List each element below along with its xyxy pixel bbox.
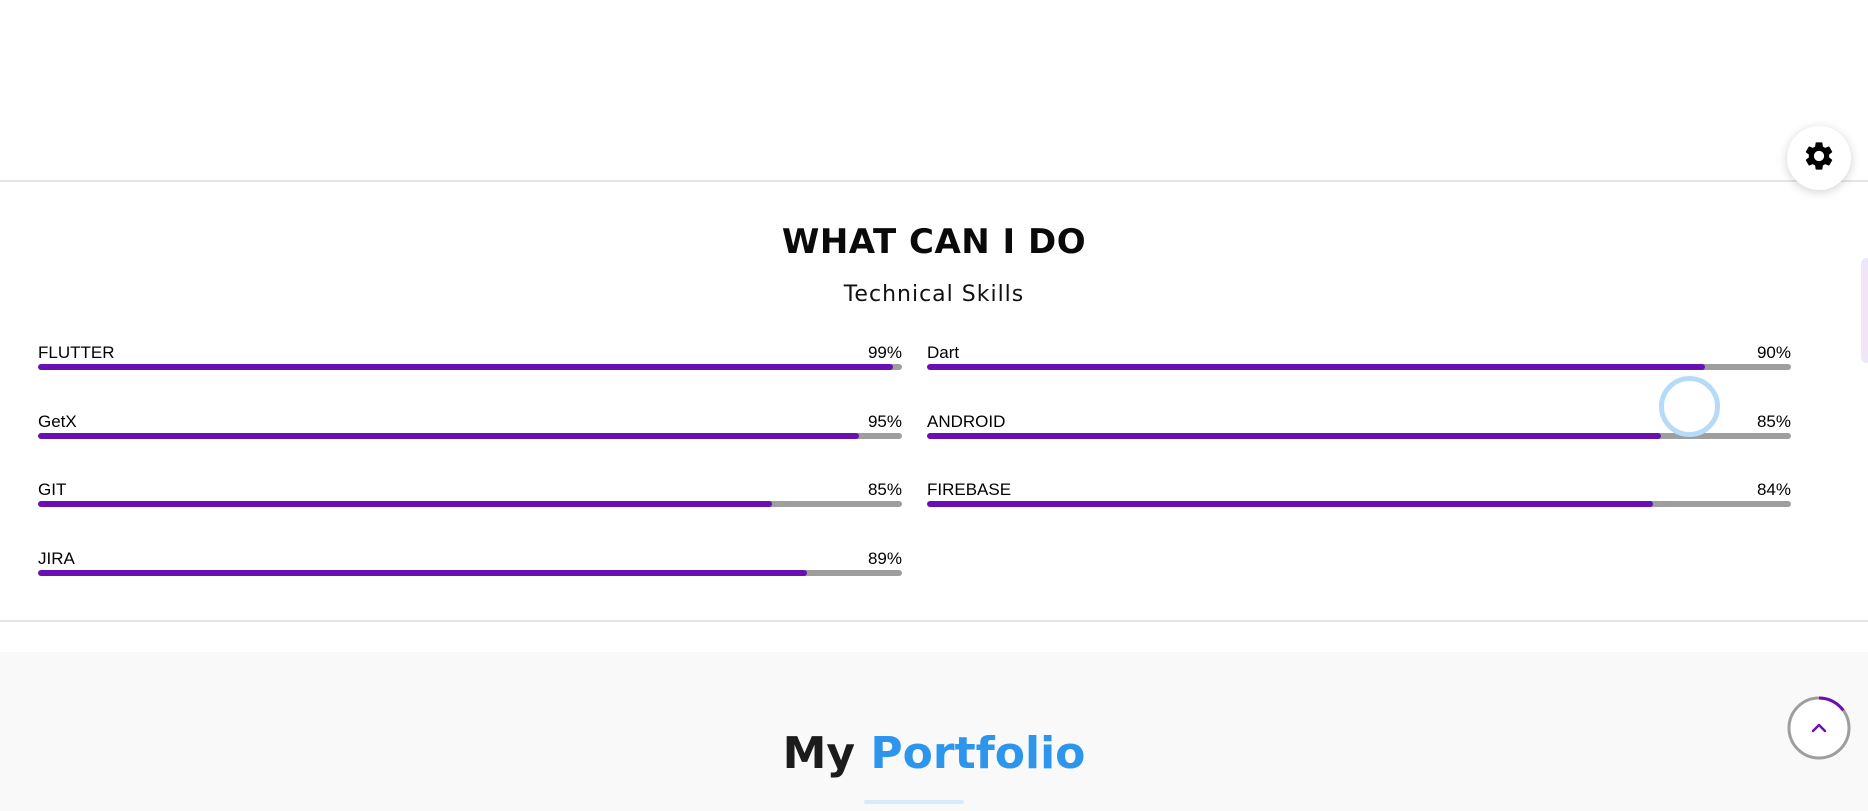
- gear-icon: [1802, 139, 1836, 178]
- progress-track: [927, 364, 1791, 370]
- skill-name: JIRA: [38, 549, 75, 568]
- progress-fill: [38, 364, 894, 370]
- skill-percent: 95%: [867, 412, 902, 431]
- progress-track: [38, 501, 902, 507]
- skill-git: GIT 85%: [38, 480, 902, 522]
- section-divider: [0, 620, 1868, 622]
- settings-button[interactable]: [1787, 126, 1851, 190]
- page: WHAT CAN I DO Technical Skills FLUTTER 9…: [0, 0, 1868, 811]
- skill-percent: 90%: [1756, 343, 1791, 362]
- skill-getx: GetX 95%: [38, 412, 902, 454]
- section-subtitle: Technical Skills: [843, 282, 1025, 307]
- skill-name: ANDROID: [927, 412, 1006, 431]
- skill-flutter: FLUTTER 99%: [38, 343, 902, 385]
- progress-fill: [38, 570, 807, 576]
- portfolio-title-part1: My: [782, 728, 856, 779]
- title-underline: [864, 800, 964, 804]
- progress-fill: [927, 364, 1705, 370]
- progress-fill: [38, 501, 773, 507]
- progress-fill: [927, 433, 1662, 439]
- progress-track: [38, 570, 902, 576]
- skill-percent: 99%: [867, 343, 902, 362]
- skill-name: FIREBASE: [927, 480, 1012, 499]
- skill-jira: JIRA 89%: [38, 549, 902, 591]
- top-blank-area: [0, 0, 1868, 180]
- skill-dart: Dart 90%: [927, 343, 1791, 385]
- skill-percent: 89%: [867, 549, 902, 568]
- portfolio-section: My Portfolio: [0, 652, 1868, 811]
- progress-fill: [927, 501, 1653, 507]
- progress-track: [38, 364, 902, 370]
- progress-track: [927, 501, 1791, 507]
- skill-name: FLUTTER: [38, 343, 115, 362]
- progress-track: [927, 433, 1791, 439]
- decorative-circle: [1659, 376, 1720, 437]
- skill-name: GetX: [38, 412, 77, 431]
- skill-percent: 85%: [867, 480, 902, 499]
- section-title: WHAT CAN I DO: [781, 222, 1087, 262]
- portfolio-title-part2: Portfolio: [870, 728, 1086, 779]
- portfolio-title: My Portfolio: [0, 728, 1868, 779]
- progress-track: [38, 433, 902, 439]
- skill-name: GIT: [38, 480, 67, 499]
- skill-percent: 84%: [1756, 480, 1791, 499]
- scroll-to-top-button[interactable]: [1786, 695, 1852, 761]
- skill-percent: 85%: [1756, 412, 1791, 431]
- skill-firebase: FIREBASE 84%: [927, 480, 1791, 522]
- progress-fill: [38, 433, 859, 439]
- skill-name: Dart: [927, 343, 960, 362]
